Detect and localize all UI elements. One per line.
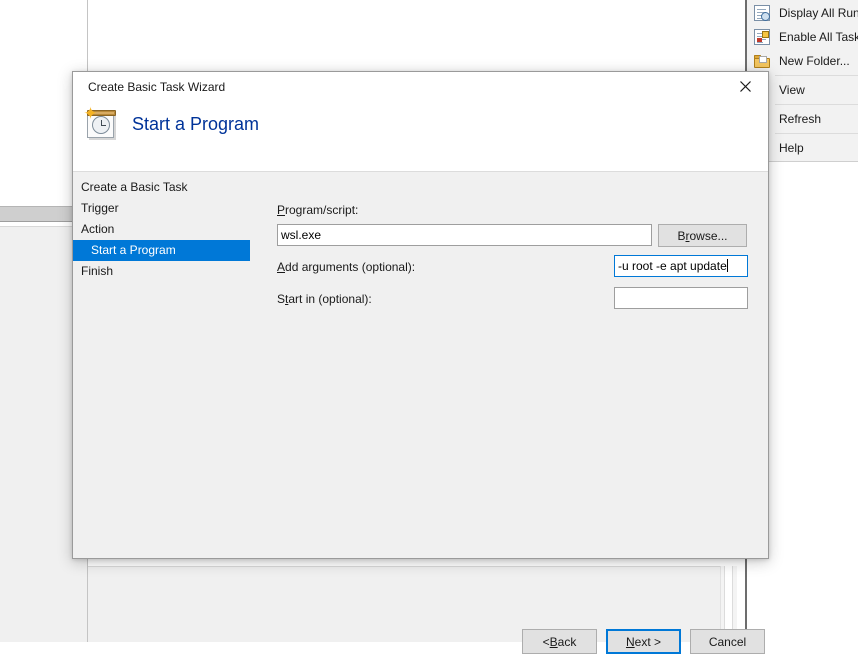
program-script-label: Program/script: (277, 203, 358, 217)
menu-separator (775, 133, 858, 134)
menu-item-display-all-running-tasks[interactable]: Display All Run (747, 1, 858, 25)
add-arguments-label-accesskey: A (277, 260, 286, 274)
menu-item-label: Refresh (779, 112, 822, 126)
tasks-running-icon (750, 4, 774, 22)
menu-item-enable-all-tasks-history[interactable]: Enable All Tasks (747, 25, 858, 49)
dialog-header: Create Basic Task Wizard ✦ Start a Progr… (73, 72, 768, 172)
start-in-input[interactable] (614, 287, 748, 309)
enable-tasks-icon (750, 28, 774, 46)
start-in-label: Start in (optional): (277, 292, 372, 306)
page-title: Start a Program (132, 114, 260, 134)
add-arguments-input[interactable]: -u root -e apt update (614, 255, 748, 277)
browse-button-label-suffix: owse... (689, 228, 728, 243)
add-arguments-label: Add arguments (optional): (277, 260, 415, 274)
close-icon[interactable] (723, 72, 768, 101)
sidebar-item-action[interactable]: Action (73, 219, 258, 240)
dialog-body: Create a Basic Task Trigger Action Start… (73, 172, 768, 654)
menu-item-label: View (779, 83, 805, 97)
menu-item-label: New Folder... (779, 54, 850, 68)
browse-button-label-prefix: B (677, 228, 686, 243)
menu-item-label: Enable All Tasks (779, 30, 858, 44)
menu-item-label: Help (779, 141, 804, 155)
menu-item-new-folder[interactable]: New Folder... (747, 49, 858, 73)
program-script-input[interactable] (277, 224, 652, 246)
start-in-label-text: art in (optional): (288, 292, 372, 306)
dialog-titlebar[interactable]: Create Basic Task Wizard (73, 72, 768, 102)
create-basic-task-wizard-dialog: Create Basic Task Wizard ✦ Start a Progr… (72, 71, 769, 654)
sidebar-item-trigger[interactable]: Trigger (73, 198, 258, 219)
browse-button[interactable]: Br owse... (658, 224, 747, 247)
new-folder-icon (750, 52, 774, 70)
dialog-title: Create Basic Task Wizard (88, 80, 226, 94)
sidebar-item-label: Create a Basic Task (81, 180, 188, 194)
menu-separator (775, 75, 858, 76)
sidebar-item-label: Finish (81, 264, 114, 278)
wizard-calendar-clock-icon: ✦ (82, 104, 122, 144)
program-script-label-accesskey: P (277, 203, 286, 217)
menu-item-label: Display All Run (779, 6, 858, 20)
wizard-step-list: Create a Basic Task Trigger Action Start… (73, 177, 258, 282)
sidebar-item-finish[interactable]: Finish (73, 261, 258, 282)
sidebar-item-start-a-program[interactable]: Start a Program (73, 240, 250, 261)
add-arguments-label-text: dd arguments (optional): (285, 260, 416, 274)
sidebar-item-label: Trigger (81, 201, 119, 215)
sidebar-item-label: Start a Program (91, 243, 176, 257)
text-caret (726, 259, 728, 272)
program-script-label-text: rogram/script: (285, 203, 359, 217)
start-in-label-prefix: S (277, 292, 286, 306)
menu-separator (775, 104, 858, 105)
add-arguments-value: -u root -e apt update (618, 259, 727, 273)
sidebar-item-label: Action (81, 222, 115, 236)
sidebar-item-create-a-basic-task[interactable]: Create a Basic Task (73, 177, 258, 198)
